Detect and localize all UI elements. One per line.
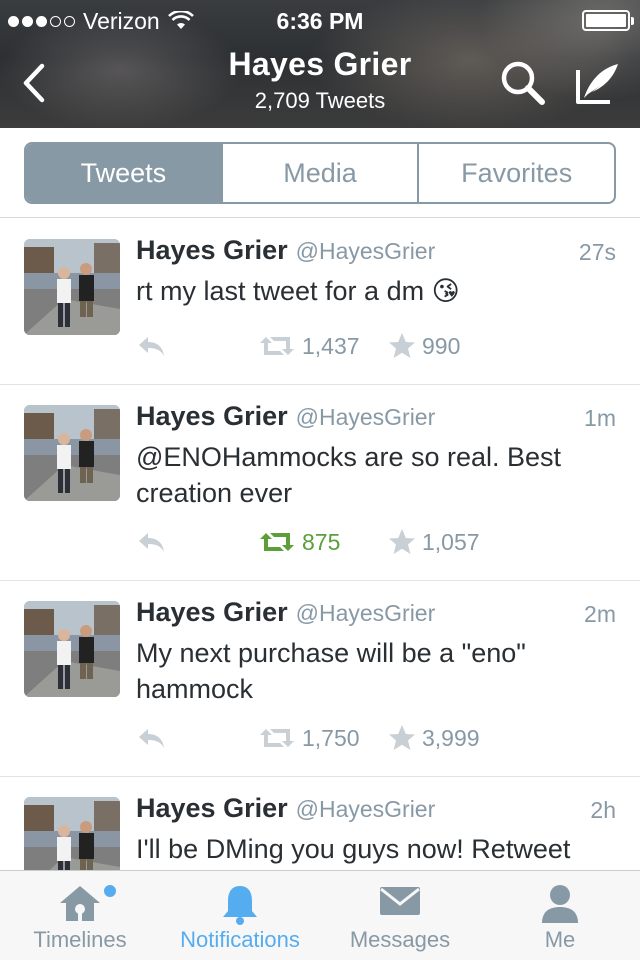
tweet-time: 1m	[584, 405, 616, 431]
tweet-header: Hayes Grier @HayesGrier 1m	[136, 401, 616, 437]
person-icon	[542, 885, 578, 923]
tweet[interactable]: Hayes Grier @HayesGrier 27s rt my last t…	[0, 219, 640, 385]
retweet-button[interactable]: 1,750	[258, 721, 360, 755]
retweet-button[interactable]: 875	[258, 525, 340, 559]
tab-label: Timelines	[33, 927, 127, 952]
battery-icon	[582, 10, 634, 31]
tweet-time: 27s	[578, 239, 616, 265]
reply-button[interactable]	[136, 329, 166, 363]
retweet-count: 1,437	[302, 332, 360, 359]
tab-notifications[interactable]: Notifications	[160, 871, 320, 960]
compose-button[interactable]	[570, 58, 624, 108]
tweet[interactable]: Hayes Grier @HayesGrier 2m My next purch…	[0, 581, 640, 777]
avatar[interactable]	[24, 797, 120, 870]
tweet-header: Hayes Grier @HayesGrier 27s	[136, 235, 616, 271]
favorite-count: 990	[422, 332, 461, 359]
reply-icon	[139, 533, 164, 552]
favorite-button[interactable]: 990	[388, 329, 460, 363]
author-name[interactable]: Hayes Grier	[136, 793, 288, 824]
author-handle[interactable]: @HayesGrier	[296, 404, 436, 431]
reply-icon	[139, 729, 164, 748]
search-icon	[501, 61, 545, 105]
unread-badge	[104, 885, 116, 897]
home-icon	[60, 886, 100, 921]
tab-favorites[interactable]: Favorites	[419, 144, 614, 202]
search-button[interactable]	[498, 58, 548, 108]
reply-button[interactable]	[136, 525, 166, 559]
tweet-actions: 1,750 3,999	[136, 721, 616, 755]
favorite-count: 3,999	[422, 724, 480, 751]
star-icon	[389, 333, 415, 358]
retweet-count: 1,750	[302, 724, 360, 751]
author-handle[interactable]: @HayesGrier	[296, 796, 436, 823]
tab-timelines[interactable]: Timelines	[0, 871, 160, 960]
tweet-actions: 1,437 990	[136, 329, 616, 363]
author-name[interactable]: Hayes Grier	[136, 401, 288, 432]
tweet-header: Hayes Grier @HayesGrier 2h	[136, 793, 616, 829]
retweet-icon	[260, 533, 294, 551]
tab-me[interactable]: Me	[480, 871, 640, 960]
tweet-text: rt my last tweet for a dm 😘	[136, 276, 460, 306]
favorite-count: 1,057	[422, 528, 480, 555]
author-handle[interactable]: @HayesGrier	[296, 238, 436, 265]
bell-icon	[223, 886, 257, 925]
star-icon	[389, 725, 415, 750]
tab-label: Messages	[349, 927, 451, 952]
author-name[interactable]: Hayes Grier	[136, 597, 288, 628]
tweet-time: 2m	[584, 601, 616, 627]
favorite-button[interactable]: 3,999	[388, 721, 480, 755]
tab-tweets[interactable]: Tweets	[26, 144, 223, 202]
retweet-button[interactable]: 1,437	[258, 329, 360, 363]
favorite-button[interactable]: 1,057	[388, 525, 480, 559]
avatar[interactable]	[24, 601, 120, 697]
avatar[interactable]	[24, 239, 120, 335]
tab-media[interactable]: Media	[223, 144, 420, 202]
profile-segmented-control: Tweets Media Favorites	[24, 142, 616, 204]
reply-icon	[139, 337, 164, 356]
star-icon	[389, 529, 415, 554]
segment-bar: Tweets Media Favorites	[0, 128, 640, 218]
tweet-text: My next purchase will be a "eno" hammock	[136, 638, 526, 704]
tweet-text: I'll be DMing you guys now! Retweet	[136, 834, 571, 864]
tab-label: Me	[544, 927, 576, 952]
retweet-icon	[260, 729, 294, 747]
tab-label: Notifications	[180, 927, 300, 952]
tweet-text: @ENOHammocks are so real. Best creation …	[136, 442, 562, 508]
retweet-count: 875	[302, 528, 341, 555]
tweet-timeline: Hayes Grier @HayesGrier 27s rt my last t…	[0, 219, 640, 870]
tab-messages[interactable]: Messages	[320, 871, 480, 960]
compose-icon	[576, 64, 618, 104]
author-handle[interactable]: @HayesGrier	[296, 600, 436, 627]
envelope-icon	[380, 887, 420, 915]
tweet[interactable]: Hayes Grier @HayesGrier 1m @ENOHammocks …	[0, 385, 640, 581]
author-name[interactable]: Hayes Grier	[136, 235, 288, 266]
avatar[interactable]	[24, 405, 120, 501]
tweet[interactable]: Hayes Grier @HayesGrier 2h I'll be DMing…	[0, 777, 640, 870]
tweet-time: 2h	[590, 797, 616, 823]
retweet-icon	[260, 337, 294, 355]
status-time: 6:36 PM	[276, 7, 364, 34]
tweet-actions: 875 1,057	[136, 525, 616, 559]
profile-header: Verizon 6:36 PM Hayes Grier 2,709 Tweets	[0, 0, 640, 128]
tweet-header: Hayes Grier @HayesGrier 2m	[136, 597, 616, 633]
reply-button[interactable]	[136, 721, 166, 755]
bottom-tab-bar: Timelines Notifications Messages Me	[0, 870, 640, 960]
